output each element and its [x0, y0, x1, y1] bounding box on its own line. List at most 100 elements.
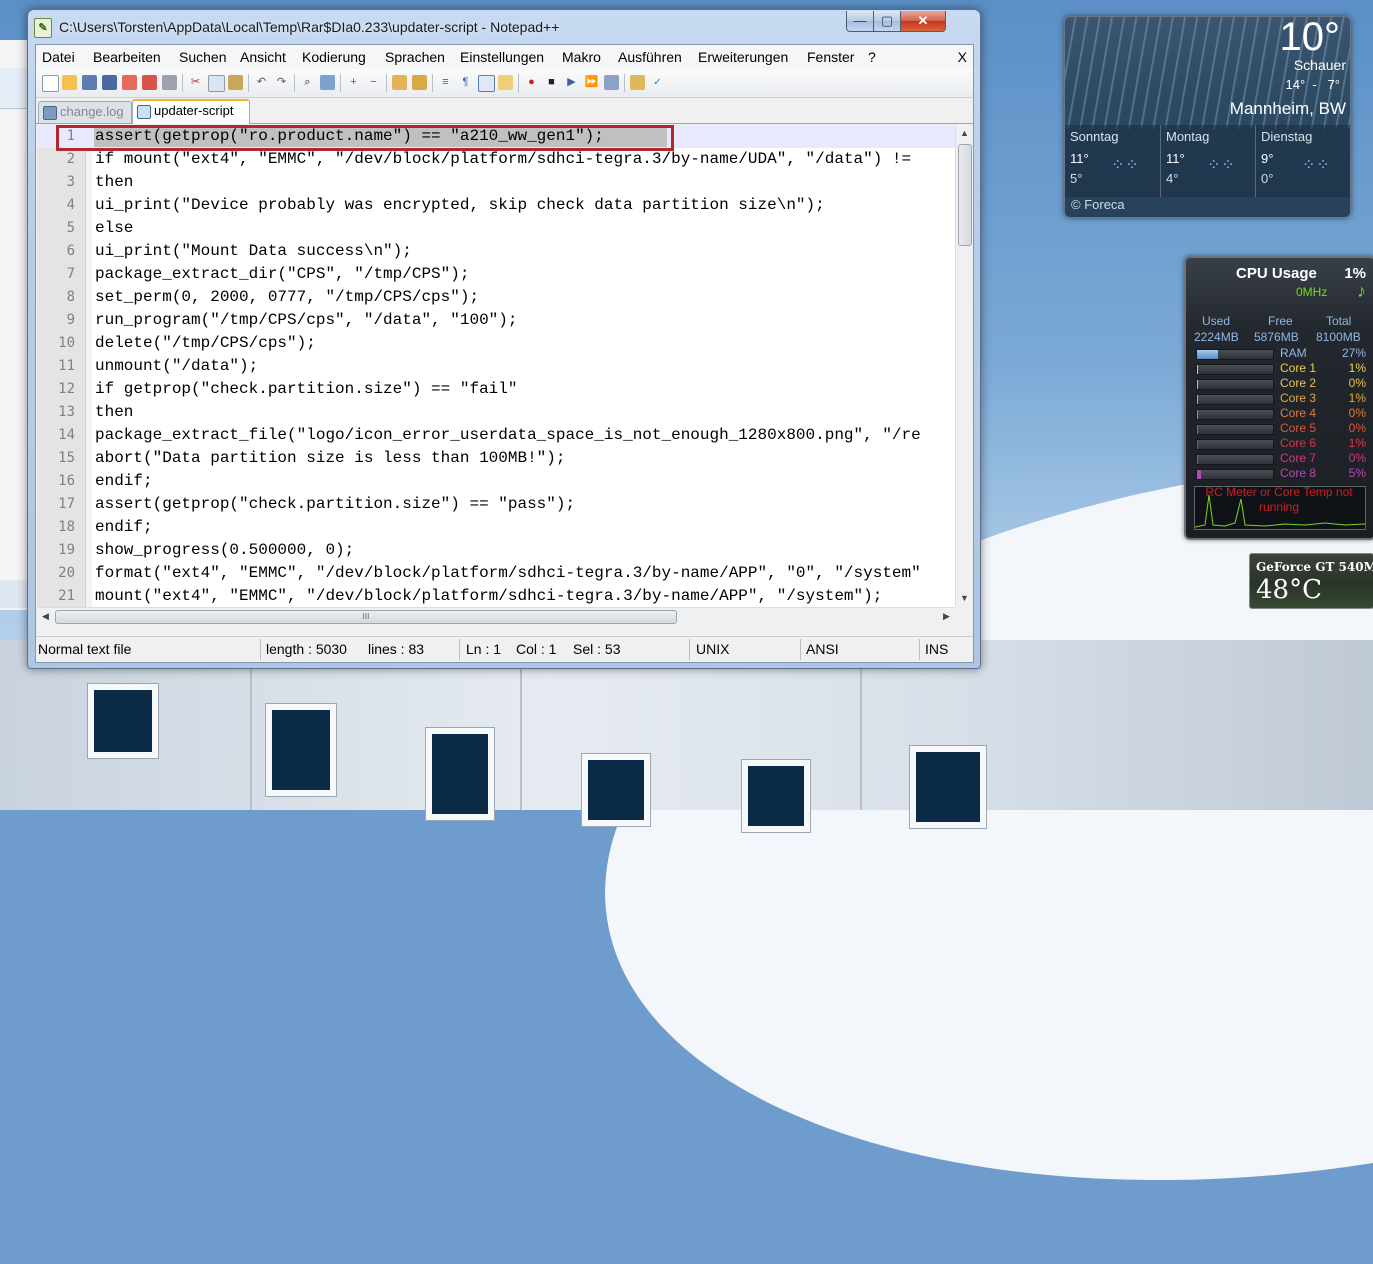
menu-einstellungen[interactable]: Einstellungen	[460, 49, 544, 65]
menu-fenster[interactable]: Fenster	[807, 49, 854, 65]
code-line[interactable]: 19 show_progress(0.500000, 0);	[37, 539, 955, 562]
code-line[interactable]: 7 package_extract_dir("CPS", "/tmp/CPS");	[37, 263, 955, 286]
code-line[interactable]: 12 if getprop("check.partition.size") == …	[37, 378, 955, 401]
code-text[interactable]: package_extract_dir("CPS", "/tmp/CPS");	[95, 265, 469, 283]
title-bar[interactable]: ✎ C:\Users\Torsten\AppData\Local\Temp\Ra…	[28, 10, 980, 44]
zoom-in-icon[interactable]: +	[346, 75, 361, 90]
code-text[interactable]: format("ext4", "EMMC", "/dev/block/platf…	[95, 564, 921, 582]
gpu-temperature-gadget[interactable]: GeForce GT 540M 48°C	[1249, 553, 1373, 609]
record-macro-icon[interactable]: ●	[524, 75, 539, 90]
code-text[interactable]: ui_print("Mount Data success\n");	[95, 242, 412, 260]
close-icon[interactable]	[122, 75, 137, 90]
print-icon[interactable]	[162, 75, 177, 90]
zoom-out-icon[interactable]: −	[366, 75, 381, 90]
code-line[interactable]: 6 ui_print("Mount Data success\n");	[37, 240, 955, 263]
maximize-button[interactable]: ▢	[873, 11, 901, 32]
code-line[interactable]: 16 endif;	[37, 470, 955, 493]
code-text[interactable]: assert(getprop("ro.product.name") == "a2…	[95, 127, 604, 145]
code-text[interactable]: if mount("ext4", "EMMC", "/dev/block/pla…	[95, 150, 911, 168]
code-text[interactable]: abort("Data partition size is less than …	[95, 449, 565, 467]
code-line[interactable]: 1 assert(getprop("ro.product.name") == "a…	[37, 125, 955, 151]
menu-bearbeiten[interactable]: Bearbeiten	[93, 49, 161, 65]
code-line[interactable]: 4 ui_print("Device probably was encrypted…	[37, 194, 955, 217]
notepad-plus-plus-icon[interactable]: ✎	[34, 18, 52, 38]
code-text[interactable]: else	[95, 219, 133, 237]
sync-vertical-icon[interactable]	[392, 75, 407, 90]
code-line[interactable]: 18 endif;	[37, 516, 955, 539]
code-text[interactable]: assert(getprop("check.partition.size") =…	[95, 495, 575, 513]
vertical-scroll-thumb[interactable]	[958, 144, 972, 246]
menu-erweiterungen[interactable]: Erweiterungen	[698, 49, 788, 65]
open-file-icon[interactable]	[62, 75, 77, 90]
play-macro-icon[interactable]: ▶	[564, 75, 579, 90]
code-line[interactable]: 17 assert(getprop("check.partition.size")…	[37, 493, 955, 516]
tab-updater-script[interactable]: updater-script	[132, 99, 250, 124]
close-button[interactable]: ✕	[900, 11, 946, 32]
code-text[interactable]: set_perm(0, 2000, 0777, "/tmp/CPS/cps");	[95, 288, 479, 306]
stop-macro-icon[interactable]: ■	[544, 75, 559, 90]
save-icon[interactable]	[82, 75, 97, 90]
weather-gadget[interactable]: 10° Schauer 14° - 7° Mannheim, BW Sonnta…	[1064, 16, 1351, 218]
code-text[interactable]: ui_print("Device probably was encrypted,…	[95, 196, 825, 214]
code-text[interactable]: mount("ext4", "EMMC", "/dev/block/platfo…	[95, 587, 882, 605]
code-line[interactable]: 20 format("ext4", "EMMC", "/dev/block/pla…	[37, 562, 955, 585]
find-icon[interactable]: ⌕	[300, 75, 315, 90]
code-text[interactable]: endif;	[95, 518, 153, 536]
code-line[interactable]: 2 if mount("ext4", "EMMC", "/dev/block/pl…	[37, 148, 955, 171]
notepad-plus-plus-window[interactable]: ✎ C:\Users\Torsten\AppData\Local\Temp\Ra…	[27, 9, 981, 669]
background-window-edge[interactable]	[0, 40, 28, 610]
copy-icon[interactable]	[208, 75, 225, 92]
scroll-up-arrow-icon[interactable]: ▲	[956, 125, 973, 142]
cut-icon[interactable]: ✂	[188, 75, 203, 90]
menu-makro[interactable]: Makro	[562, 49, 601, 65]
horizontal-scrollbar[interactable]: ◀ III ▶	[37, 607, 955, 625]
code-line[interactable]: 14 package_extract_file("logo/icon_error_…	[37, 424, 955, 447]
save-macro-icon[interactable]	[604, 75, 619, 90]
spellcheck-icon[interactable]: ✓	[650, 75, 665, 90]
code-line[interactable]: 5 else	[37, 217, 955, 240]
horizontal-scroll-thumb[interactable]: III	[55, 610, 677, 624]
weather-provider[interactable]: © Foreca	[1071, 197, 1125, 212]
sync-horizontal-icon[interactable]	[412, 75, 427, 90]
code-text[interactable]: if getprop("check.partition.size") == "f…	[95, 380, 517, 398]
status-encoding[interactable]: ANSI	[806, 641, 839, 657]
code-editor[interactable]: 1 assert(getprop("ro.product.name") == "a…	[37, 125, 955, 607]
code-line[interactable]: 13 then	[37, 401, 955, 424]
menu-ansicht[interactable]: Ansicht	[240, 49, 286, 65]
code-line[interactable]: 11 unmount("/data");	[37, 355, 955, 378]
code-text[interactable]: endif;	[95, 472, 153, 490]
status-insert-mode[interactable]: INS	[925, 641, 948, 657]
scroll-down-arrow-icon[interactable]: ▼	[956, 590, 973, 607]
menu-suchen[interactable]: Suchen	[179, 49, 226, 65]
close-all-icon[interactable]	[142, 75, 157, 90]
code-line[interactable]: 3 then	[37, 171, 955, 194]
code-line[interactable]: 15 abort("Data partition size is less tha…	[37, 447, 955, 470]
code-text[interactable]: package_extract_file("logo/icon_error_us…	[95, 426, 921, 444]
menu-help[interactable]: ?	[868, 49, 876, 65]
minimize-button[interactable]: —	[846, 11, 874, 32]
undo-icon[interactable]: ↶	[254, 75, 269, 90]
vertical-scrollbar[interactable]: ▲ ▼	[955, 125, 973, 607]
menu-sprachen[interactable]: Sprachen	[385, 49, 445, 65]
code-line[interactable]: 10 delete("/tmp/CPS/cps");	[37, 332, 955, 355]
code-line[interactable]: 8 set_perm(0, 2000, 0777, "/tmp/CPS/cps")…	[37, 286, 955, 309]
save-all-icon[interactable]	[102, 75, 117, 90]
code-text[interactable]: delete("/tmp/CPS/cps");	[95, 334, 316, 352]
code-line[interactable]: 21 mount("ext4", "EMMC", "/dev/block/plat…	[37, 585, 955, 607]
cpu-usage-gadget[interactable]: CPU Usage 1% 0MHz ♪ Used Free Total 2224…	[1184, 256, 1373, 540]
code-text[interactable]: then	[95, 173, 133, 191]
paste-icon[interactable]	[228, 75, 243, 90]
code-text[interactable]: run_program("/tmp/CPS/cps", "/data", "10…	[95, 311, 517, 329]
scroll-left-arrow-icon[interactable]: ◀	[37, 608, 54, 625]
status-eol-format[interactable]: UNIX	[696, 641, 729, 657]
code-line[interactable]: 9 run_program("/tmp/CPS/cps", "/data", "1…	[37, 309, 955, 332]
tab-change-log[interactable]: change.log	[38, 101, 132, 123]
replace-icon[interactable]	[320, 75, 335, 90]
show-all-chars-icon[interactable]: ¶	[458, 75, 473, 90]
word-wrap-icon[interactable]: ≡	[438, 75, 453, 90]
redo-icon[interactable]: ↷	[274, 75, 289, 90]
new-file-icon[interactable]	[42, 75, 59, 92]
indent-guide-icon[interactable]	[478, 75, 495, 92]
menu-ausfuehren[interactable]: Ausführen	[618, 49, 682, 65]
menu-kodierung[interactable]: Kodierung	[302, 49, 366, 65]
